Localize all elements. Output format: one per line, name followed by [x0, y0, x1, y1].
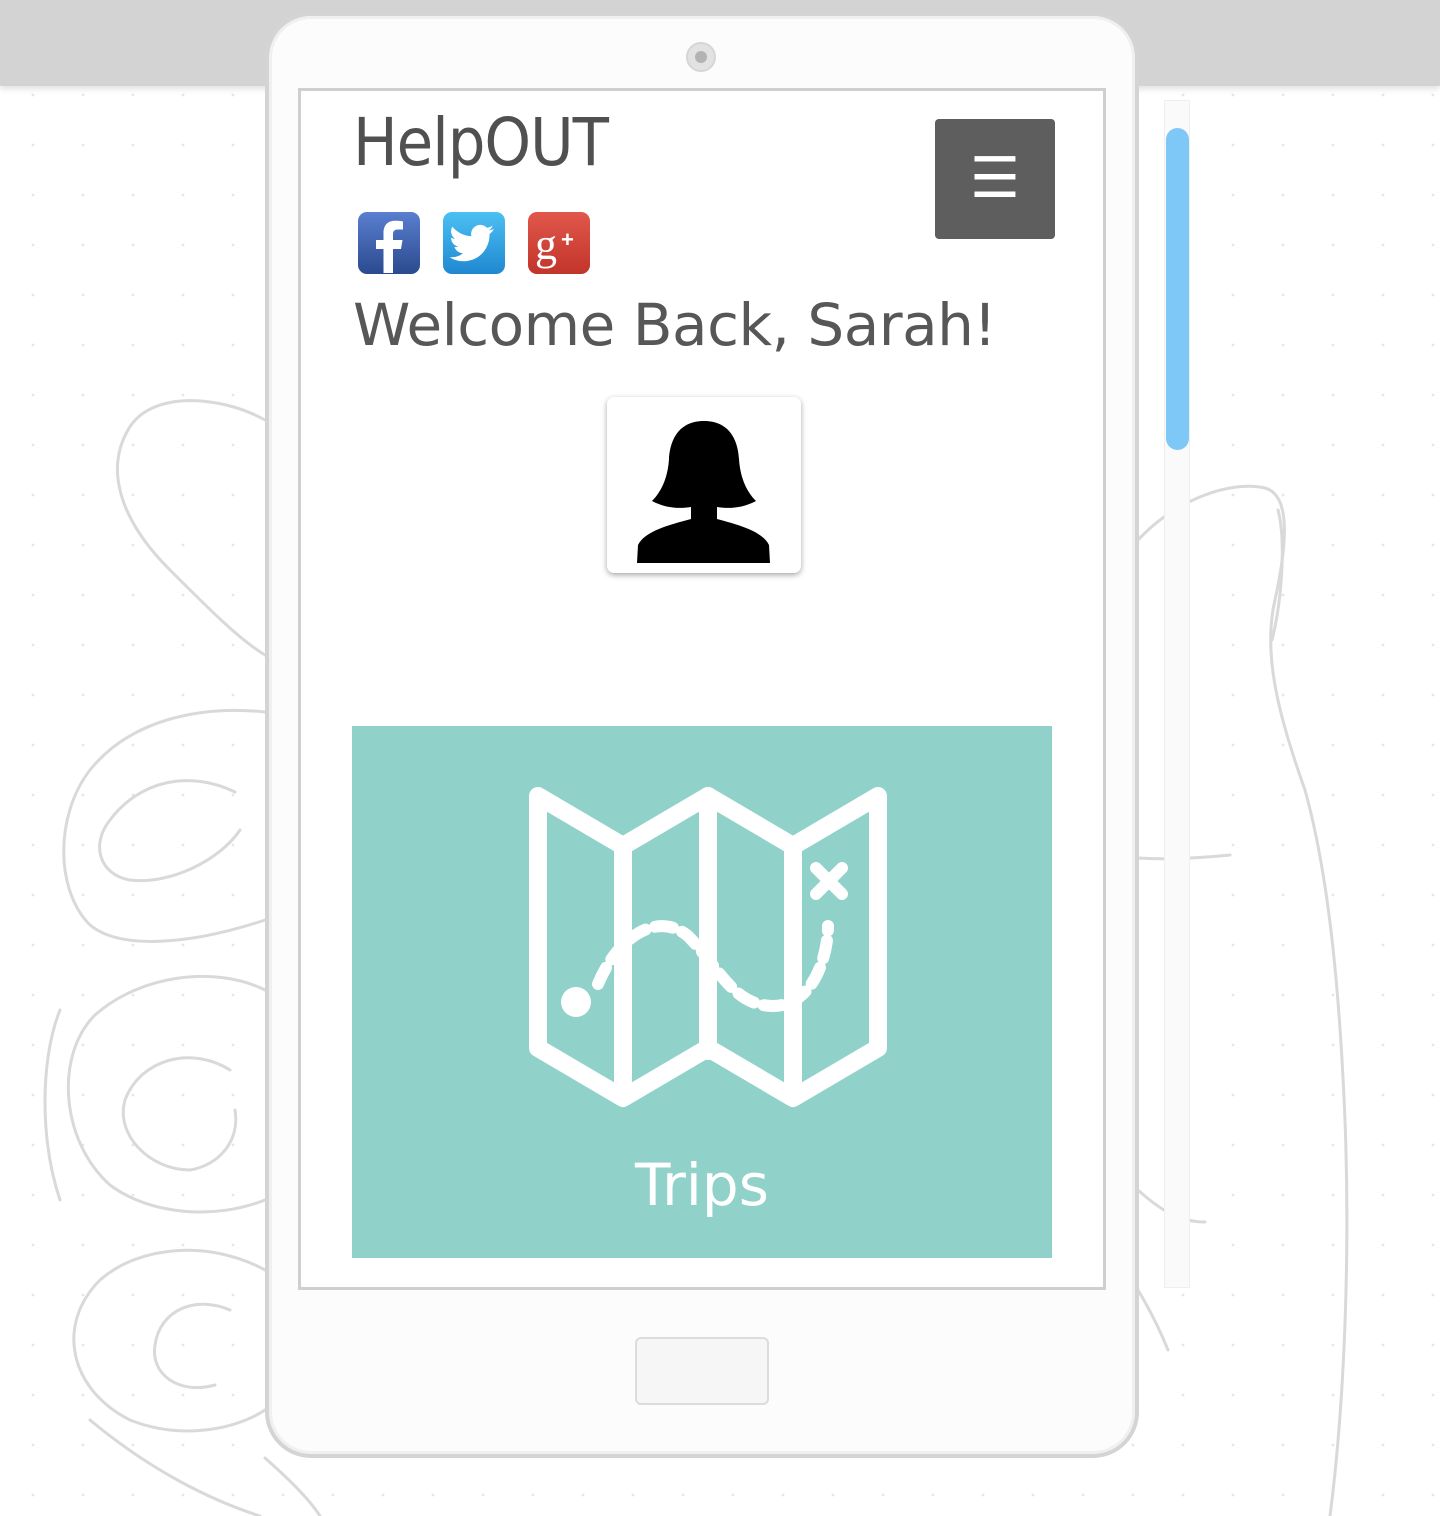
- welcome-greeting: Welcome Back, Sarah!: [353, 291, 997, 359]
- home-button[interactable]: [635, 1337, 769, 1405]
- svg-text:+: +: [561, 227, 574, 252]
- phone-screen: HelpOUT ☰ g + Welcome Back, Sarah! Trips: [298, 88, 1106, 1290]
- facebook-icon[interactable]: [357, 211, 421, 275]
- hamburger-icon: ☰: [969, 146, 1021, 211]
- profile-avatar[interactable]: [607, 397, 801, 573]
- app-brand: HelpOUT: [353, 104, 609, 181]
- front-camera: [686, 42, 716, 72]
- svg-text:g: g: [535, 220, 557, 269]
- twitter-icon[interactable]: [442, 211, 506, 275]
- scrollbar-thumb[interactable]: [1166, 128, 1189, 450]
- hamburger-menu-button[interactable]: ☰: [935, 119, 1055, 239]
- google-plus-icon[interactable]: g +: [527, 211, 591, 275]
- trips-label: Trips: [635, 1151, 769, 1219]
- female-user-silhouette-icon: [637, 421, 770, 563]
- treasure-map-icon: [529, 787, 887, 1107]
- trips-tile[interactable]: Trips: [352, 726, 1052, 1258]
